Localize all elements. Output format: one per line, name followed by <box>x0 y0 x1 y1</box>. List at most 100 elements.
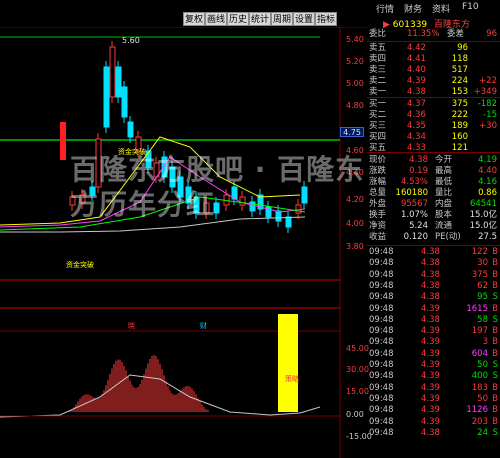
asks-price: 4.42 <box>407 43 426 53</box>
toolbar-button-settings[interactable]: 设置 <box>293 12 315 26</box>
quote-value: 160180 <box>395 188 428 198</box>
quote-label: 今开 <box>435 155 453 165</box>
ratio-label: 委比 <box>369 29 387 39</box>
bids-change: +30 <box>479 121 497 131</box>
tick-time: 09:48 <box>369 382 394 393</box>
toolbar-button-stats[interactable]: 统计 <box>249 12 271 26</box>
ratio-value: 11.35% <box>407 29 440 39</box>
toolbar-button-fuquan[interactable]: 复权 <box>183 12 205 26</box>
toolbar-button-draw[interactable]: 画线 <box>205 12 227 26</box>
asks-volume: 96 <box>457 43 468 53</box>
quote-label: 外盘 <box>369 199 387 209</box>
candle-body <box>60 122 66 160</box>
tick-side: S <box>492 371 498 382</box>
tick-row[interactable]: 09:48 4.39 203 B <box>367 417 500 428</box>
chart-area[interactable]: 5.60 资金突破 资金突破 晓 财 策略 <box>0 27 367 458</box>
tick-side: B <box>492 337 498 348</box>
candle-body <box>121 86 128 118</box>
tick-side: B <box>492 382 498 393</box>
tick-row[interactable]: 09:48 4.39 50 B <box>367 394 500 405</box>
marker-xiao: 晓 <box>128 321 135 330</box>
tick-side: B <box>492 247 498 257</box>
bids-row[interactable]: 买三 4.35 189 +30 <box>367 121 500 132</box>
tick-row[interactable]: 09:48 4.39 1615 B <box>367 304 500 315</box>
tick-row[interactable]: 09:48 4.38 122 B <box>367 247 500 258</box>
quote-label: PE(动) <box>435 232 461 242</box>
tick-price: 4.39 <box>421 303 440 314</box>
y-label: 5.20 <box>346 57 364 66</box>
tick-volume: 122 <box>471 247 488 257</box>
tick-row[interactable]: 09:48 4.38 58 S <box>367 315 500 326</box>
tick-time: 09:48 <box>369 303 394 314</box>
quote-value: 4.40 <box>478 166 497 176</box>
link-f10[interactable]: F10 <box>462 2 479 12</box>
diff-value: 96 <box>486 29 497 39</box>
tick-row[interactable]: 09:48 4.38 95 S <box>367 292 500 303</box>
asks-price: 4.39 <box>407 76 426 86</box>
tick-time: 09:48 <box>369 393 394 404</box>
tick-row[interactable]: 09:48 4.38 375 B <box>367 270 500 281</box>
order-ratio-row: 委比 11.35% 委差 96 <box>367 29 500 40</box>
y-label: 3.80 <box>346 242 364 251</box>
link-quote[interactable]: 行情 <box>376 2 394 15</box>
quote-value: 4.19 <box>478 155 497 165</box>
bids-row[interactable]: 买一 4.37 375 -182 <box>367 99 500 110</box>
tick-side: B <box>492 393 498 404</box>
quote-value: 1.07% <box>400 210 428 220</box>
tick-row[interactable]: 09:48 4.39 400 S <box>367 371 500 382</box>
tick-time: 09:48 <box>369 314 394 325</box>
bids-volume: 222 <box>451 110 468 120</box>
quote-row: 涨跌 0.19 最高 4.40 <box>367 166 500 177</box>
tick-row[interactable]: 09:48 4.39 604 B <box>367 349 500 360</box>
tick-time: 09:48 <box>369 326 394 337</box>
candle-body <box>103 66 110 128</box>
link-finance[interactable]: 财务 <box>404 2 422 15</box>
asks-row[interactable]: 卖五 4.42 96 <box>367 43 500 54</box>
tick-side: B <box>492 416 498 427</box>
bids-volume: 160 <box>451 132 468 142</box>
toolbar-button-period[interactable]: 周期 <box>271 12 293 26</box>
toolbar-button-history[interactable]: 历史 <box>227 12 249 26</box>
watermark-line-1: 百隆东方股吧 · 百隆东 <box>70 153 365 186</box>
bids-row[interactable]: 买四 4.34 160 <box>367 132 500 143</box>
divider <box>367 152 500 153</box>
tick-time: 09:48 <box>369 247 394 257</box>
tick-side: S <box>492 292 498 303</box>
tick-volume: 400 <box>471 371 488 382</box>
bids-change: -15 <box>483 110 497 120</box>
tick-row[interactable]: 09:48 4.38 62 B <box>367 281 500 292</box>
quote-value: 95567 <box>400 199 428 209</box>
tick-price: 4.38 <box>421 258 440 269</box>
quote-label: 最高 <box>435 166 453 176</box>
tick-price: 4.38 <box>421 280 440 291</box>
macd-y-label: 45.00 <box>346 344 369 353</box>
tick-volume: 183 <box>471 382 488 393</box>
tick-row[interactable]: 09:48 4.38 30 B <box>367 258 500 269</box>
tick-row[interactable]: 09:48 4.39 1126 B <box>367 405 500 416</box>
quote-row: 收益 0.120 PE(动) 27.5 <box>367 232 500 243</box>
link-info[interactable]: 资料 <box>432 2 450 15</box>
tick-time: 09:48 <box>369 280 394 291</box>
tick-price: 4.38 <box>421 292 440 303</box>
macd-y-label: 30.00 <box>346 365 369 374</box>
y-label: 4.20 <box>346 195 364 204</box>
asks-volume: 517 <box>451 65 468 75</box>
asks-row[interactable]: 卖四 4.41 118 <box>367 54 500 65</box>
tick-time: 09:48 <box>369 360 394 370</box>
tick-row[interactable]: 09:48 4.38 24 S <box>367 428 500 439</box>
asks-row[interactable]: 卖三 4.40 517 <box>367 65 500 76</box>
asks-price: 4.40 <box>407 65 426 75</box>
bids-price: 4.35 <box>407 121 426 131</box>
asks-row[interactable]: 卖二 4.39 224 +22 <box>367 76 500 87</box>
quote-value: 0.86 <box>478 188 497 198</box>
tick-row[interactable]: 09:48 4.39 183 B <box>367 383 500 394</box>
toolbar: 复权 画线 历史 统计 周期 设置 指标 行情 财务 资料 F10 ▶ 6013… <box>0 0 500 30</box>
tick-row[interactable]: 09:48 4.39 197 B <box>367 326 500 337</box>
toolbar-button-indicator[interactable]: 指标 <box>315 12 337 26</box>
tick-row[interactable]: 09:48 4.39 50 S <box>367 360 500 371</box>
bids-row[interactable]: 买二 4.36 222 -15 <box>367 110 500 121</box>
quote-value: 15.0亿 <box>469 221 497 231</box>
tick-row[interactable]: 09:48 4.39 3 B <box>367 337 500 348</box>
quote-label: 股本 <box>435 210 453 220</box>
tick-side: S <box>492 427 498 438</box>
